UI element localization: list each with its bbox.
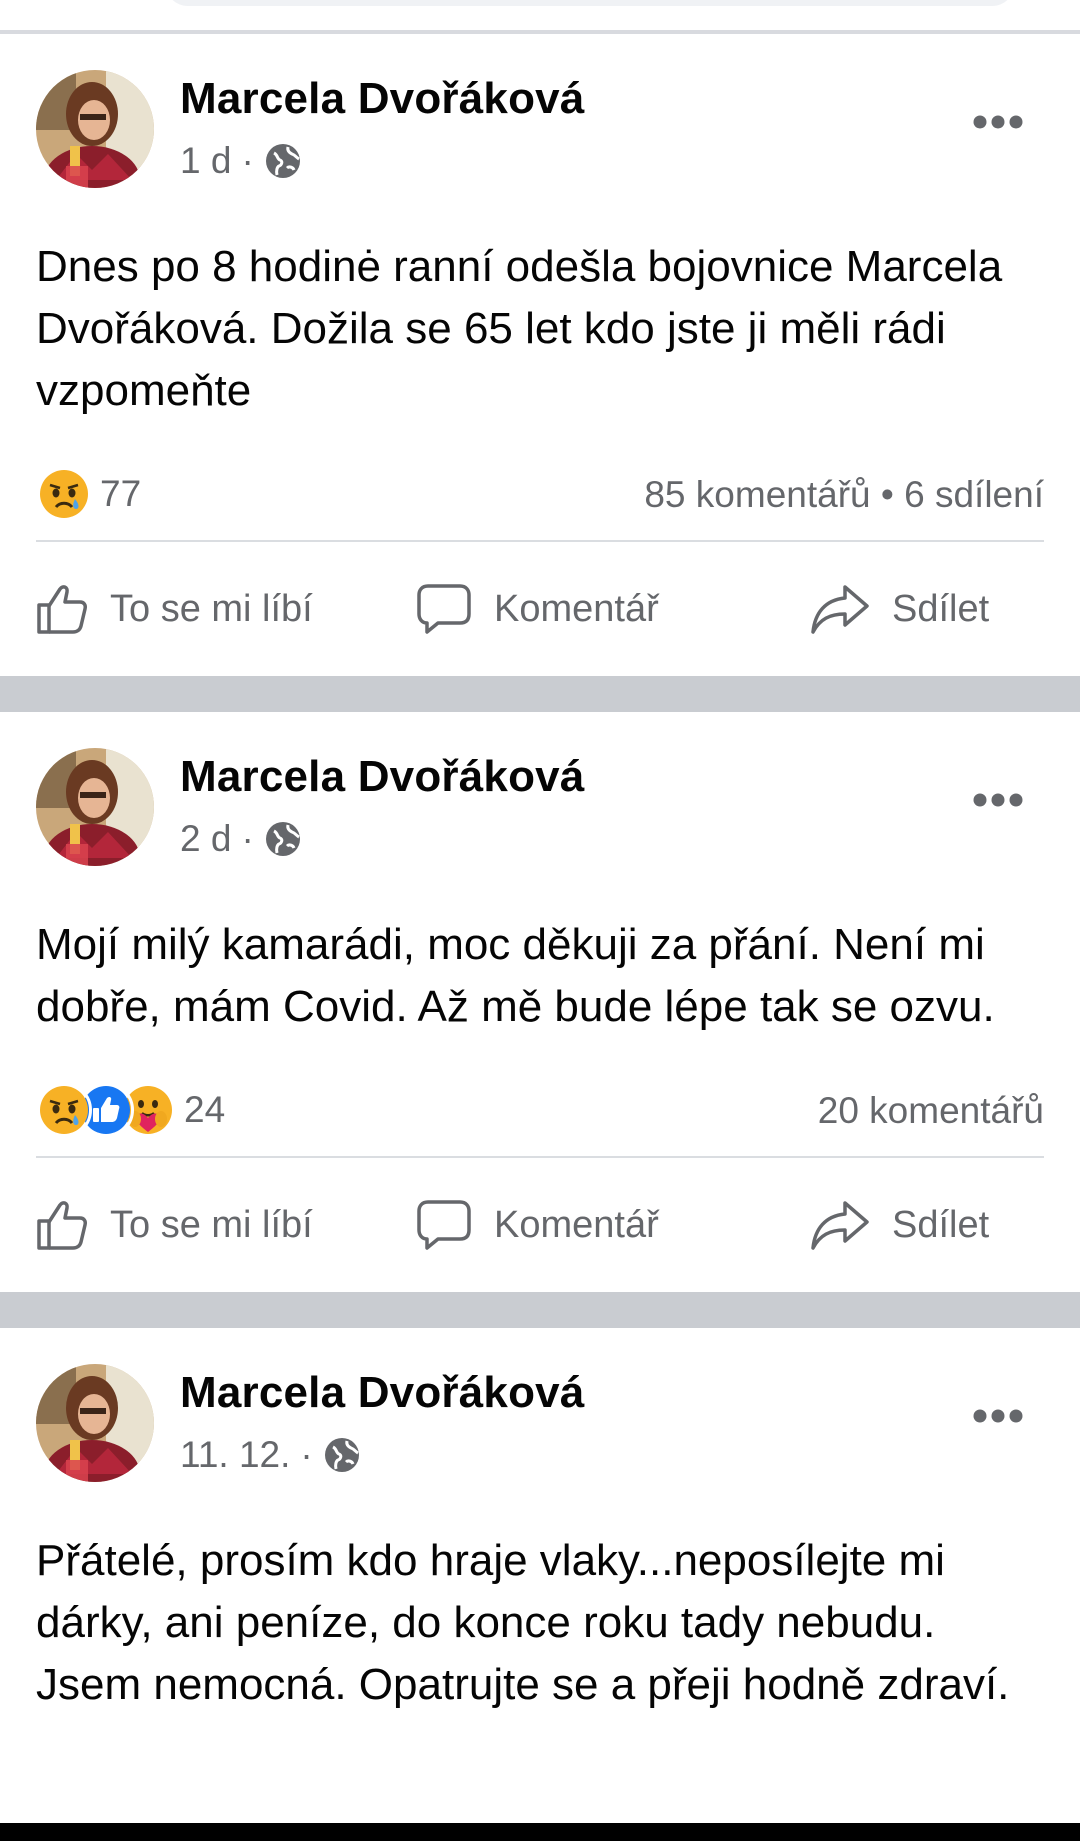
search-bar-edge[interactable]	[165, 0, 1015, 6]
system-nav-bar-edge	[0, 1823, 1080, 1841]
globe-icon[interactable]	[264, 142, 302, 180]
post: Marcela Dvořáková 11. 12. · Přátelé, pro…	[0, 1328, 1080, 1716]
meta-separator: ·	[241, 818, 254, 859]
share-arrow-icon	[811, 585, 869, 634]
speech-bubble-icon	[417, 1200, 471, 1250]
comment-button[interactable]: Komentář	[416, 542, 659, 676]
sad-reaction-icon	[36, 466, 92, 522]
comments-count[interactable]: 20 komentářů	[818, 1090, 1044, 1132]
more-horizontal-icon[interactable]	[972, 792, 1024, 808]
post: Marcela Dvořáková 1 d · Dnes po 8 hodinė…	[0, 34, 1080, 676]
post-stats: 24 20 komentářů	[36, 1056, 1044, 1156]
thumbs-up-outline-icon	[37, 1201, 87, 1250]
post-header: Marcela Dvořáková 2 d ·	[0, 712, 1080, 866]
share-arrow-icon	[811, 1201, 869, 1250]
post-stats: 77 85 komentářů • 6 sdílení	[36, 440, 1044, 540]
share-button[interactable]: Sdílet	[810, 1158, 989, 1292]
share-label: Sdílet	[892, 1203, 990, 1246]
comment-button[interactable]: Komentář	[416, 1158, 659, 1292]
avatar[interactable]	[36, 70, 154, 188]
post-time[interactable]: 11. 12.	[180, 1434, 290, 1476]
author-name[interactable]: Marcela Dvořáková	[180, 1368, 585, 1418]
post-separator	[0, 676, 1080, 712]
comment-label: Komentář	[494, 1203, 659, 1246]
thumbs-up-outline-icon	[37, 585, 87, 634]
like-label: To se mi líbí	[110, 1203, 313, 1246]
speech-bubble-icon	[417, 584, 471, 634]
more-horizontal-icon[interactable]	[972, 1408, 1024, 1424]
post-meta: 2 d ·	[180, 818, 302, 860]
post-actions: To se mi líbí Komentář Sdílet	[0, 542, 1080, 676]
like-button[interactable]: To se mi líbí	[36, 542, 313, 676]
avatar[interactable]	[36, 1364, 154, 1482]
like-label: To se mi líbí	[110, 587, 313, 630]
comments-shares-count[interactable]: 85 komentářů • 6 sdílení	[644, 474, 1044, 516]
post-header: Marcela Dvořáková 1 d ·	[0, 34, 1080, 188]
share-label: Sdílet	[892, 587, 990, 630]
like-button[interactable]: To se mi líbí	[36, 1158, 313, 1292]
globe-icon[interactable]	[264, 820, 302, 858]
more-horizontal-icon[interactable]	[972, 114, 1024, 130]
author-name[interactable]: Marcela Dvořáková	[180, 752, 585, 802]
post-text: Mojí milý kamarádi, moc děkuji za přání.…	[36, 920, 995, 1031]
post-text: Přátelé, prosím kdo hraje vlaky...neposí…	[36, 1536, 1010, 1709]
meta-separator: ·	[300, 1434, 313, 1475]
reaction-summary[interactable]: 77	[36, 466, 141, 522]
share-button[interactable]: Sdílet	[810, 542, 989, 676]
post-meta: 11. 12. ·	[180, 1434, 361, 1476]
sad-reaction-icon	[36, 1082, 92, 1138]
meta-separator: ·	[241, 140, 254, 181]
post-actions: To se mi líbí Komentář Sdílet	[0, 1158, 1080, 1292]
author-name[interactable]: Marcela Dvořáková	[180, 74, 585, 124]
post-time[interactable]: 2 d	[180, 818, 231, 860]
avatar[interactable]	[36, 748, 154, 866]
post-header: Marcela Dvořáková 11. 12. ·	[0, 1328, 1080, 1482]
globe-icon[interactable]	[323, 1436, 361, 1474]
reaction-summary[interactable]: 24	[36, 1082, 225, 1138]
post-meta: 1 d ·	[180, 140, 302, 182]
post-separator	[0, 1292, 1080, 1328]
post: Marcela Dvořáková 2 d · Mojí milý kamará…	[0, 712, 1080, 1292]
reaction-count[interactable]: 77	[100, 473, 141, 515]
reaction-count[interactable]: 24	[184, 1089, 225, 1131]
top-search-strip	[0, 0, 1080, 34]
news-feed: Marcela Dvořáková 1 d · Dnes po 8 hodinė…	[0, 34, 1080, 1716]
post-text: Dnes po 8 hodinė ranní odešla bojovnice …	[36, 242, 1003, 415]
post-time[interactable]: 1 d	[180, 140, 231, 182]
comment-label: Komentář	[494, 587, 659, 630]
